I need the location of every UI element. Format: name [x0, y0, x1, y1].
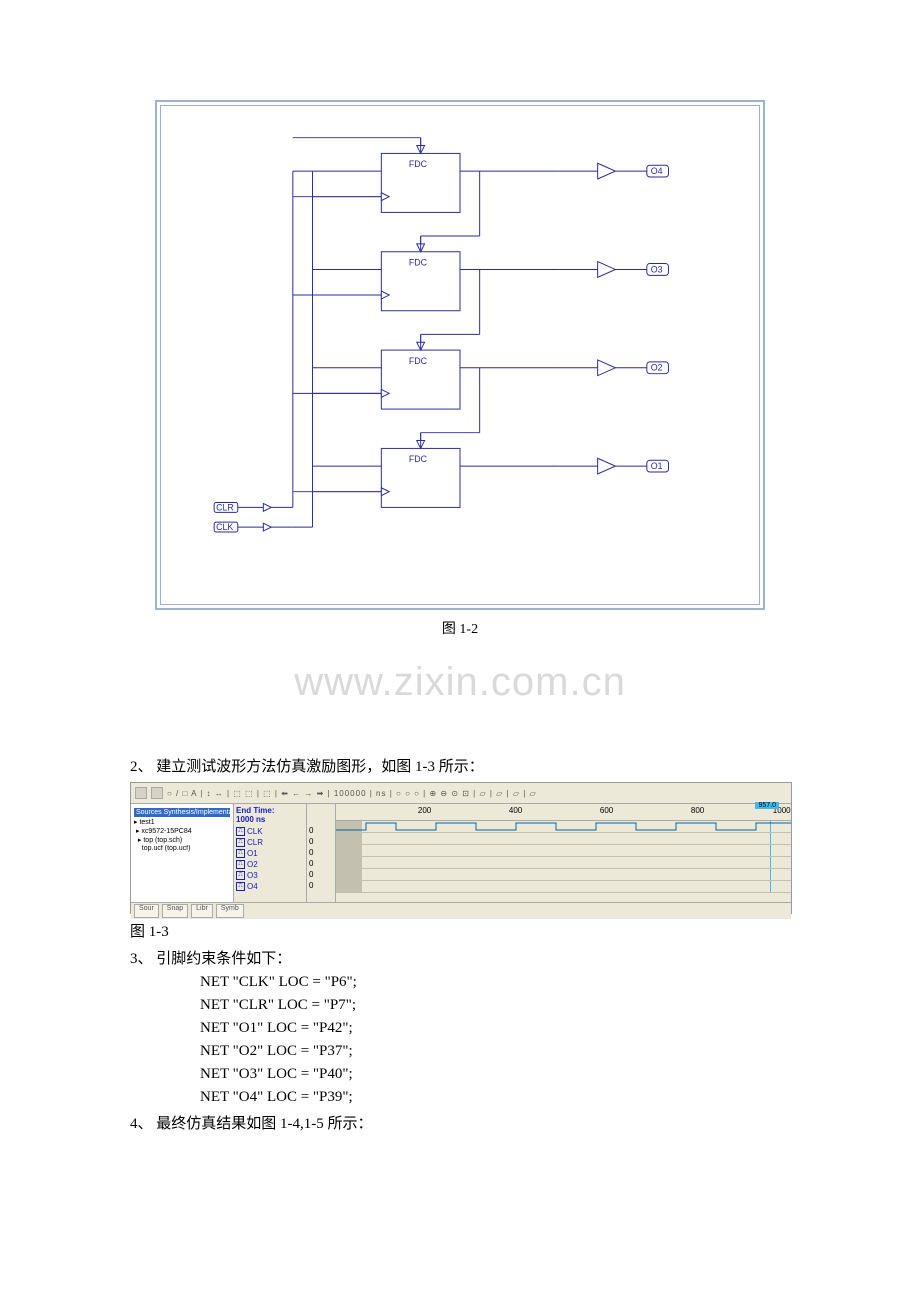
- tab[interactable]: Snap: [162, 904, 188, 918]
- constraint-line: NET "O1" LOC = "P42";: [130, 1020, 790, 1037]
- output-o3: O3: [651, 264, 663, 274]
- tree-header[interactable]: Sources Synthesis/Implementa: [134, 808, 230, 817]
- signal-value: 0: [309, 881, 333, 892]
- fdc-label-4: FDC: [409, 454, 428, 464]
- fdc-label-2: FDC: [409, 258, 428, 268]
- signal-names-column: End Time: 1000 ns ⎍CLK ⎍CLR ⎍O1 ⎍O2 ⎍O3 …: [234, 804, 307, 902]
- toolbar-glyphs: ○ / □ A | ↕ ↔ | ⬚ ⬚ | ⬚ | ⬅ ← → ➡ | 1000…: [167, 789, 537, 798]
- tab[interactable]: Sour: [134, 904, 159, 918]
- constraint-line: NET "O2" LOC = "P37";: [130, 1043, 790, 1060]
- schematic-diagram: CLR CLK FDC: [165, 110, 755, 600]
- signal-row[interactable]: ⎍O1: [236, 848, 304, 859]
- tab[interactable]: Libr: [191, 904, 213, 918]
- wave-lane: [336, 857, 791, 869]
- section-4-text: 4、 最终仿真结果如图 1-4,1-5 所示：: [130, 1112, 790, 1133]
- signal-value: 0: [309, 826, 333, 837]
- time-ruler: 200 400 600 800 1000 957.0: [336, 804, 791, 821]
- input-clk-label: CLK: [216, 522, 233, 532]
- sources-tree[interactable]: Sources Synthesis/Implementa ▸ test1 ▸ x…: [131, 804, 234, 902]
- wave-lane-clk: [336, 821, 791, 833]
- constraint-line: NET "CLR" LOC = "P7";: [130, 997, 790, 1014]
- output-o1: O1: [651, 461, 663, 471]
- signal-value: 0: [309, 837, 333, 848]
- tool-icon[interactable]: [151, 787, 163, 799]
- constraint-line: NET "CLK" LOC = "P6";: [130, 974, 790, 991]
- section-3-header: 3、 引脚约束条件如下：: [130, 947, 790, 968]
- tree-item[interactable]: top.ucf (top.ucf): [134, 845, 230, 852]
- tab[interactable]: Symb: [216, 904, 244, 918]
- schematic-frame: CLR CLK FDC: [155, 100, 765, 610]
- output-o2: O2: [651, 363, 663, 373]
- signal-value: 0: [309, 859, 333, 870]
- watermark-text: www.zixin.com.cn: [130, 660, 790, 705]
- tree-item[interactable]: ▸ top (top.sch): [134, 836, 230, 844]
- end-time-label: End Time: 1000 ns: [236, 806, 304, 824]
- input-clr-label: CLR: [216, 502, 234, 512]
- fdc-label-1: FDC: [409, 159, 428, 169]
- schematic-inner: CLR CLK FDC: [160, 105, 760, 605]
- wave-lane: [336, 869, 791, 881]
- waveform-toolbar[interactable]: ○ / □ A | ↕ ↔ | ⬚ ⬚ | ⬚ | ⬅ ← → ➡ | 1000…: [131, 783, 791, 804]
- time-cursor-badge: 957.0: [755, 802, 779, 809]
- figure-caption-1-3: 图 1-3: [130, 920, 790, 941]
- wave-lane: [336, 845, 791, 857]
- tree-item[interactable]: ▸ xc9572-15PC84: [134, 827, 230, 835]
- waveform-editor: ○ / □ A | ↕ ↔ | ⬚ ⬚ | ⬚ | ⬅ ← → ➡ | 1000…: [130, 782, 792, 914]
- fdc-label-3: FDC: [409, 356, 428, 366]
- wave-lane: [336, 881, 791, 893]
- signal-values-column: 0 0 0 0 0 0: [307, 804, 336, 902]
- constraint-line: NET "O4" LOC = "P39";: [130, 1089, 790, 1106]
- wave-lane: [336, 833, 791, 845]
- tree-item[interactable]: ▸ test1: [134, 818, 230, 826]
- signal-row[interactable]: ⎍CLK: [236, 826, 304, 837]
- signal-value: 0: [309, 848, 333, 859]
- tree-tabs[interactable]: Sour Snap Libr Symb: [131, 902, 791, 919]
- tool-icon[interactable]: [135, 787, 147, 799]
- waveform-canvas[interactable]: 200 400 600 800 1000 957.0: [336, 804, 791, 902]
- signal-row[interactable]: ⎍O4: [236, 881, 304, 892]
- signal-row[interactable]: ⎍O2: [236, 859, 304, 870]
- figure-caption-1-2: 图 1-2: [130, 618, 790, 638]
- output-o4: O4: [651, 166, 663, 176]
- signal-value: 0: [309, 870, 333, 881]
- constraint-line: NET "O3" LOC = "P40";: [130, 1066, 790, 1083]
- signal-row[interactable]: ⎍CLR: [236, 837, 304, 848]
- signal-row[interactable]: ⎍O3: [236, 870, 304, 881]
- section-2-text: 2、 建立测试波形方法仿真激励图形，如图 1-3 所示：: [130, 755, 790, 776]
